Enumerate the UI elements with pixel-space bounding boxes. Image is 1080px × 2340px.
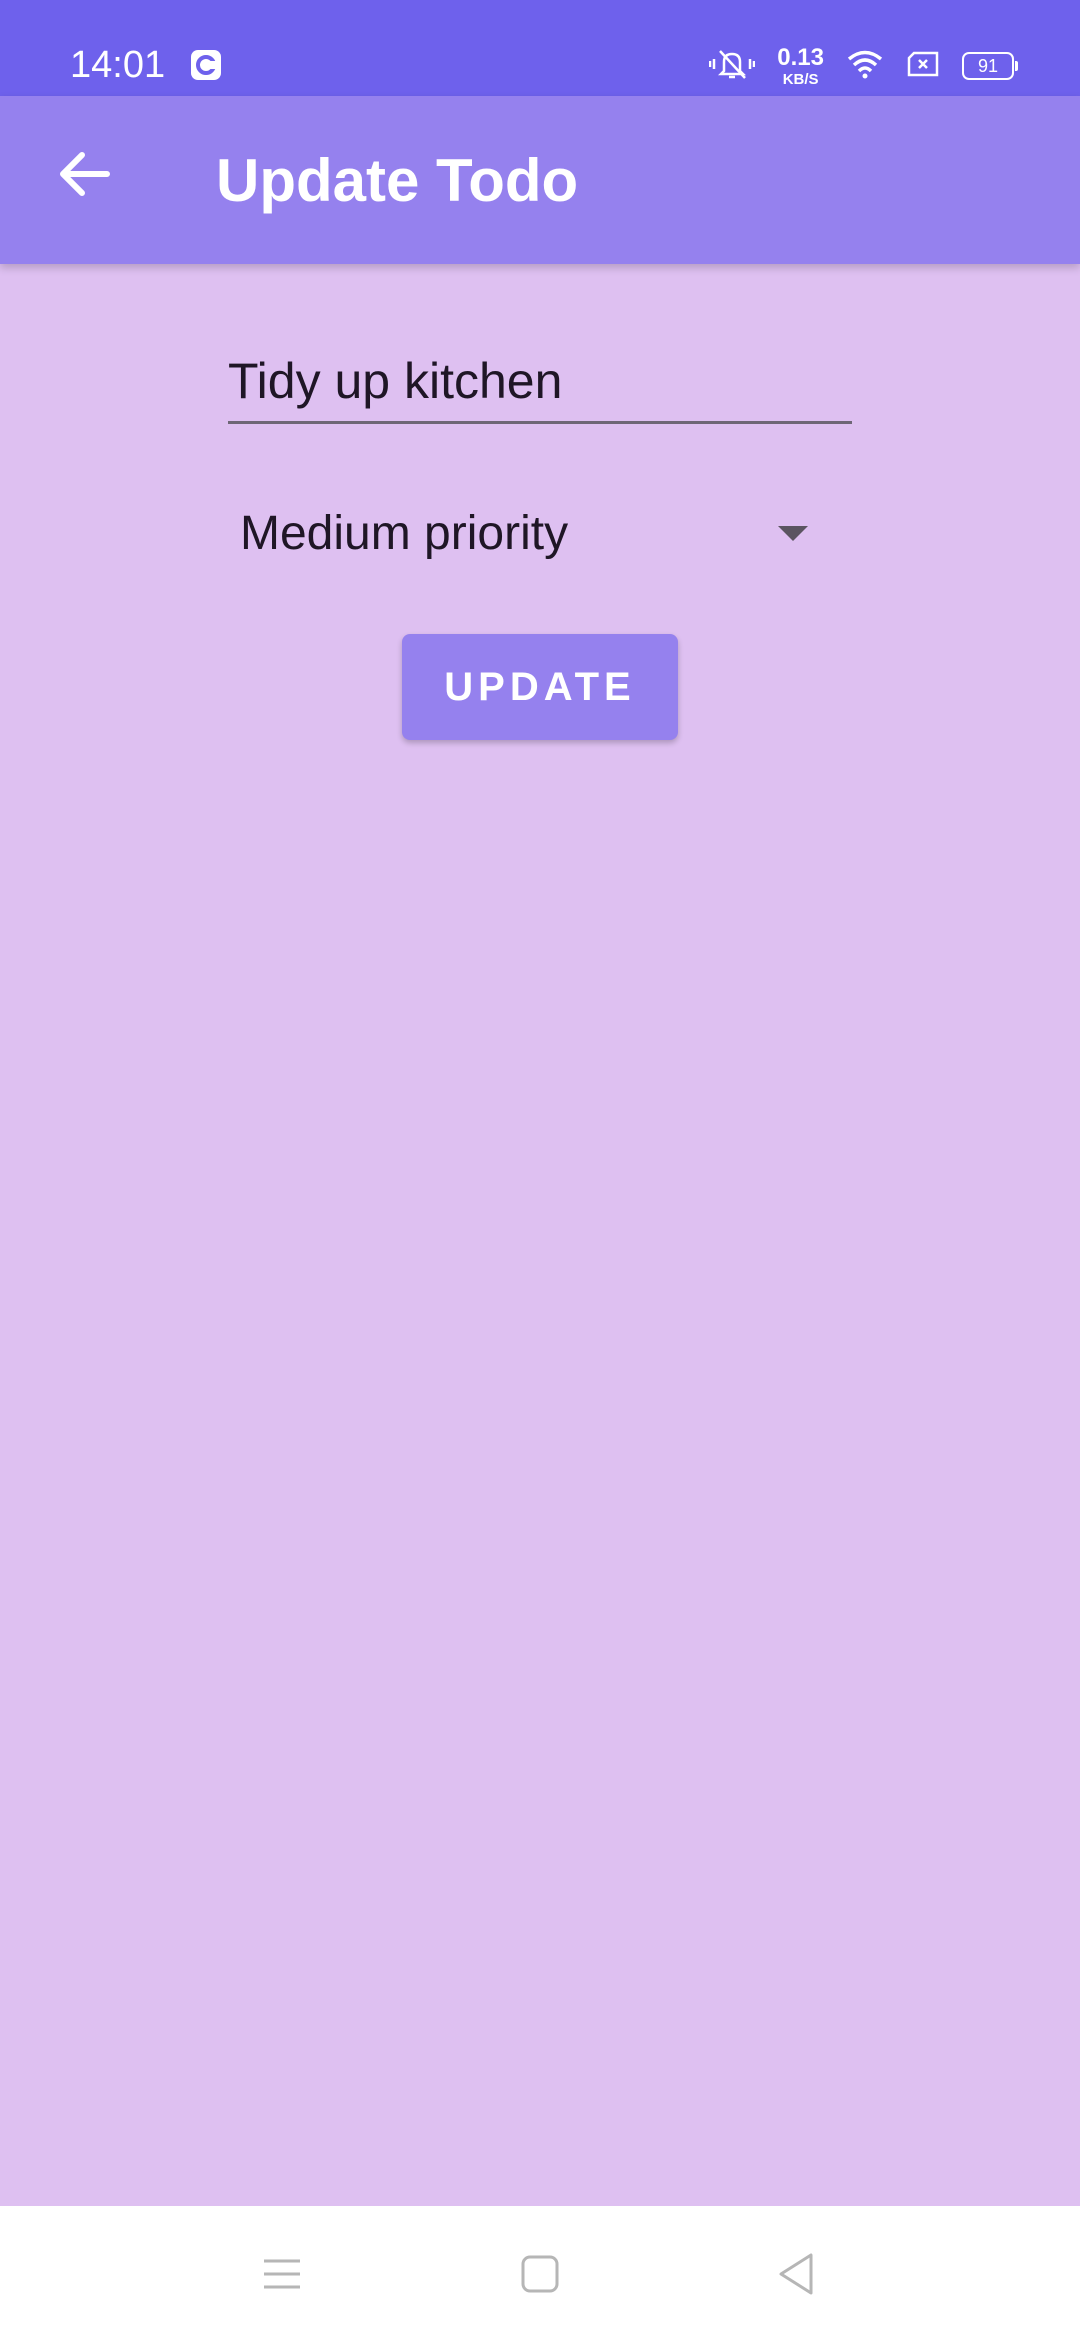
- home-icon: [521, 2255, 559, 2293]
- nav-menu-button[interactable]: [250, 2242, 314, 2306]
- wifi-icon: [846, 49, 884, 84]
- status-time: 14:01: [70, 44, 166, 86]
- status-icons: 0.13 KB/S 91: [709, 43, 1018, 88]
- dropdown-arrow-icon: [778, 525, 808, 541]
- net-speed-unit: KB/S: [782, 70, 819, 88]
- network-speed: 0.13 KB/S: [777, 43, 824, 88]
- status-bar: 14:01 0.13 KB/S 91: [0, 0, 1080, 96]
- page-title: Update Todo: [216, 147, 579, 214]
- battery-icon: 91: [962, 52, 1018, 80]
- back-icon: [779, 2253, 813, 2295]
- vibrate-mute-icon: [709, 47, 756, 86]
- back-button[interactable]: [42, 132, 126, 216]
- nav-home-button[interactable]: [508, 2242, 572, 2306]
- system-nav-bar: [0, 2206, 1080, 2340]
- arrow-back-icon: [60, 152, 110, 196]
- update-button[interactable]: UPDATE: [402, 634, 678, 740]
- priority-selected-value: Medium priority: [240, 506, 569, 560]
- sim-icon: [906, 51, 940, 82]
- todo-title-input[interactable]: [228, 340, 852, 424]
- app-notification-icon: [190, 49, 222, 81]
- priority-dropdown[interactable]: Medium priority: [228, 494, 828, 572]
- menu-icon: [264, 2259, 300, 2289]
- app-bar: Update Todo: [0, 96, 1080, 264]
- nav-back-button[interactable]: [764, 2242, 828, 2306]
- net-speed-value: 0.13: [777, 43, 824, 71]
